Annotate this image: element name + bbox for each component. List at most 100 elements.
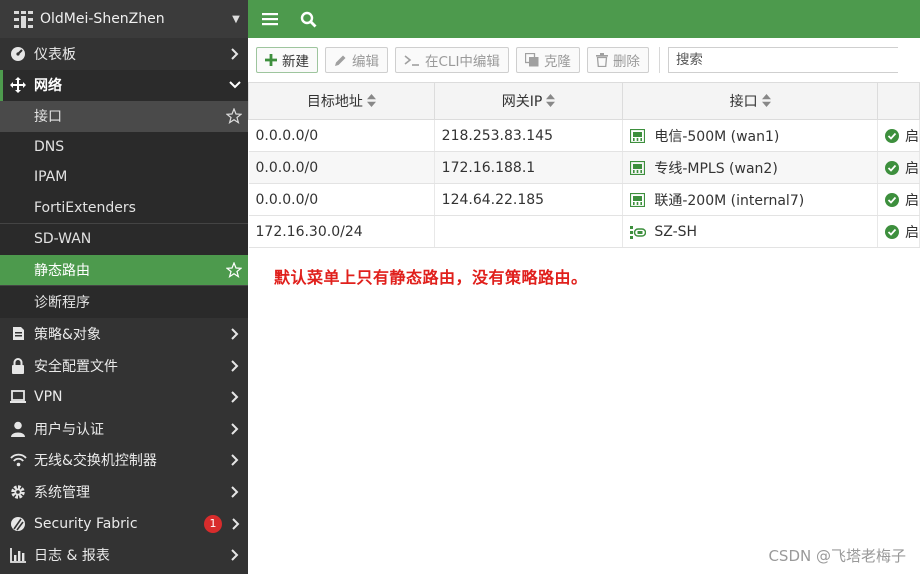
- nav-label: 用户与认证: [34, 421, 104, 438]
- column-label: 目标地址: [306, 94, 363, 110]
- edit-button[interactable]: 编辑: [325, 47, 388, 73]
- check-circle-icon: [884, 224, 899, 239]
- delete-label: 删除: [612, 54, 640, 70]
- cell-interface: 联通-200M (internal7): [622, 183, 878, 216]
- annotation-note: 默认菜单上只有静态路由，没有策略路由。: [274, 268, 588, 287]
- cell-gateway: 124.64.22.185: [434, 183, 624, 216]
- column-label: 接口: [729, 94, 758, 110]
- nav-label: 安全配置文件: [34, 358, 118, 375]
- tunnel-interface-icon: [630, 225, 647, 239]
- nav-user-auth[interactable]: 用户与认证: [0, 413, 248, 445]
- column-header-destination[interactable]: 目标地址: [248, 82, 435, 120]
- chevron-right-icon: [224, 517, 248, 530]
- sort-icon: [761, 93, 771, 111]
- cell-gateway: [434, 215, 624, 248]
- sub-label: 诊断程序: [34, 295, 90, 312]
- nav-security-profiles[interactable]: 安全配置文件: [0, 350, 248, 382]
- star-outline-icon[interactable]: [220, 261, 248, 278]
- plus-icon: [265, 54, 277, 66]
- chevron-right-icon: [222, 48, 248, 60]
- column-label: 网关IP: [501, 94, 543, 110]
- column-header-status[interactable]: [876, 82, 920, 120]
- sub-label: DNS: [34, 138, 65, 155]
- table-row[interactable]: 0.0.0.0/0 172.16.188.1 专线-MPLS (wan2) 启: [248, 151, 920, 184]
- chevron-right-icon: [222, 486, 248, 498]
- sidebar-item-fortiextenders[interactable]: FortiExtenders: [0, 192, 248, 224]
- interface-name: 电信-500M (wan1): [654, 128, 780, 145]
- cell-status: 启: [877, 119, 920, 152]
- nav-security-fabric[interactable]: Security Fabric 1: [0, 508, 248, 540]
- chevron-right-icon: [222, 423, 248, 435]
- nav-label: 策略&对象: [34, 326, 101, 343]
- trash-icon: [595, 53, 608, 67]
- status-text: 启: [904, 160, 919, 177]
- toolbar: 新建 编辑 在CLI中编辑 克隆 删除: [248, 44, 920, 76]
- clone-label: 克隆: [543, 54, 571, 70]
- chevron-right-icon: [222, 549, 248, 561]
- gear-icon: [9, 483, 27, 501]
- check-circle-icon: [884, 160, 899, 175]
- nav-policy-objects[interactable]: 策略&对象: [0, 318, 248, 350]
- network-arrows-icon: [9, 76, 27, 94]
- sub-label: SD-WAN: [34, 231, 92, 248]
- table-row[interactable]: 172.16.30.0/24 SZ-SH 启: [248, 215, 920, 248]
- lock-icon: [9, 357, 27, 375]
- nav-log-report[interactable]: 日志 & 报表: [0, 539, 248, 571]
- sidebar-item-static-routes[interactable]: 静态路由: [0, 254, 248, 286]
- caret-down-icon: ▼: [232, 13, 240, 25]
- top-bar: [248, 0, 920, 38]
- new-button[interactable]: 新建: [256, 47, 318, 73]
- nav-network[interactable]: 网络: [0, 69, 248, 102]
- sub-label: FortiExtenders: [34, 199, 136, 216]
- search-input[interactable]: [667, 47, 898, 73]
- nav-label: Security Fabric: [34, 515, 138, 532]
- nav-wifi-switch[interactable]: 无线&交换机控制器: [0, 445, 248, 477]
- nav-dashboard[interactable]: 仪表板: [0, 38, 248, 70]
- clone-button[interactable]: 克隆: [515, 47, 580, 73]
- sidebar-item-sdwan[interactable]: SD-WAN: [0, 224, 248, 255]
- column-header-gateway[interactable]: 网关IP: [433, 82, 624, 120]
- delete-button[interactable]: 删除: [586, 47, 649, 73]
- table-row[interactable]: 0.0.0.0/0 218.253.83.145 电信-500M (wan1) …: [248, 119, 920, 152]
- search-icon[interactable]: [298, 9, 318, 29]
- cell-destination: 0.0.0.0/0: [248, 119, 435, 152]
- dashboard-icon: [9, 45, 27, 63]
- physical-port-icon: [630, 192, 646, 207]
- device-hostname: OldMei-ShenZhen: [40, 11, 165, 27]
- edit-in-cli-label: 在CLI中编辑: [425, 54, 500, 70]
- table-row[interactable]: 0.0.0.0/0 124.64.22.185 联通-200M (interna…: [248, 183, 920, 216]
- nav-label: 日志 & 报表: [34, 548, 110, 565]
- sort-icon: [546, 93, 556, 111]
- edit-in-cli-button[interactable]: 在CLI中编辑: [395, 47, 509, 73]
- chevron-right-icon: [222, 391, 248, 403]
- column-header-interface[interactable]: 接口: [622, 82, 878, 120]
- cell-status: 启: [877, 151, 920, 184]
- sidebar-item-diagnostics[interactable]: 诊断程序: [0, 286, 248, 319]
- chevron-right-icon: [222, 359, 248, 372]
- policy-document-icon: [9, 325, 27, 343]
- cell-interface: 专线-MPLS (wan2): [622, 151, 878, 184]
- cell-gateway: 172.16.188.1: [434, 151, 624, 184]
- physical-port-icon: [630, 160, 646, 175]
- watermark: CSDN @飞塔老梅子: [768, 547, 906, 565]
- device-selector[interactable]: OldMei-ShenZhen ▼: [0, 0, 248, 38]
- hamburger-menu-icon[interactable]: [260, 9, 280, 29]
- sidebar: OldMei-ShenZhen ▼ 仪表板 网络 接口 DNS IPAM For…: [0, 0, 248, 574]
- toolbar-divider: [658, 47, 660, 73]
- pencil-icon: [334, 54, 347, 67]
- edit-label: 编辑: [352, 54, 379, 70]
- laptop-icon: [9, 388, 27, 406]
- status-text: 启: [904, 128, 919, 145]
- nav-vpn[interactable]: VPN: [0, 381, 248, 413]
- clone-icon: [524, 53, 539, 67]
- status-text: 启: [904, 224, 919, 241]
- chevron-right-icon: [222, 454, 248, 467]
- sidebar-item-dns[interactable]: DNS: [0, 131, 248, 163]
- nav-system[interactable]: 系统管理: [0, 476, 248, 508]
- interface-name: 联通-200M (internal7): [654, 192, 805, 209]
- sidebar-item-interfaces[interactable]: 接口: [0, 101, 248, 132]
- cell-status: 启: [877, 183, 920, 216]
- star-outline-icon[interactable]: [220, 108, 248, 125]
- chevron-right-icon: [222, 328, 248, 340]
- sidebar-item-ipam[interactable]: IPAM: [0, 162, 248, 193]
